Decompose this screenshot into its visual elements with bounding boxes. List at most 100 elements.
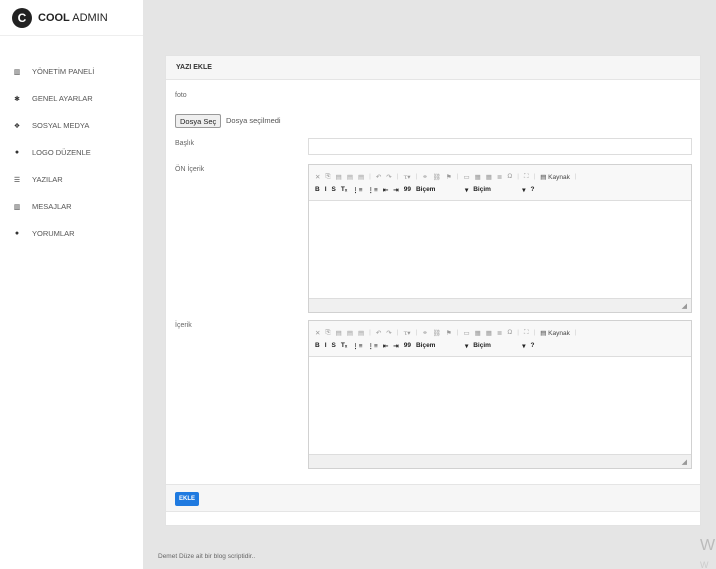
toolbar-button[interactable]: ✕ [315, 329, 320, 337]
toolbar-separator: | [369, 173, 371, 180]
toolbar-button[interactable]: ▦ [475, 173, 481, 181]
toolbar-button[interactable]: ↶ [376, 329, 381, 337]
toolbar-separator: | [517, 329, 519, 336]
source-button[interactable]: ▤ Kaynak [540, 329, 570, 337]
italic-button[interactable]: I [325, 186, 327, 193]
on-icerik-editor[interactable]: ✕ ⎘ ▤ ▤ ▤ | ↶ ↷ | ꚍ▾ | ⚭ ⛓ ⚑ | ▭ ▦ ▦ ≣ Ω | ⛶ | ▤ Kaynak | B I S Tₓ ⋮… [308, 164, 692, 313]
strike-button[interactable]: S [332, 342, 336, 349]
toolbar-button[interactable]: ⎘ [325, 173, 330, 181]
sidebar-item-label: YAZILAR [32, 175, 63, 184]
source-button[interactable]: ▤ Kaynak [540, 173, 570, 181]
toolbar-button[interactable]: ⇥ [393, 186, 398, 194]
toolbar-button[interactable]: ⋮≡ [352, 342, 362, 350]
style-dropdown[interactable]: Biçem [416, 342, 460, 349]
strike-button[interactable]: S [332, 186, 336, 193]
card-title: YAZI EKLE [166, 56, 700, 80]
foto-label: foto [175, 92, 187, 99]
toolbar-button[interactable]: ▤ [358, 173, 364, 181]
editor-toolbar: ✕ ⎘ ▤ ▤ ▤ | ↶ ↷ | ꚍ▾ | ⚭ ⛓ ⚑ | ▭ ▦ ▦ ≣ Ω | ⛶ | ▤ Kaynak | B I S Tₓ ⋮… [309, 321, 691, 357]
toolbar-button[interactable]: ⇥ [393, 342, 398, 350]
toolbar-button[interactable]: ⚑ [446, 329, 452, 337]
style-dropdown[interactable]: Biçem [416, 186, 460, 193]
toolbar-button[interactable]: ▤ [347, 173, 353, 181]
toolbar-button[interactable]: ▤ [336, 329, 342, 337]
help-button[interactable]: ? [530, 342, 534, 349]
toolbar-button[interactable]: ▦ [486, 173, 492, 181]
toolbar-button[interactable]: ▦ [475, 329, 481, 337]
icerik-editor[interactable]: ✕ ⎘ ▤ ▤ ▤ | ↶ ↷ | ꚍ▾ | ⚭ ⛓ ⚑ | ▭ ▦ ▦ ≣ Ω | ⛶ | ▤ Kaynak | B I S Tₓ ⋮… [308, 320, 692, 469]
watermark: W [700, 537, 716, 554]
clear-format-button[interactable]: Tₓ [341, 186, 347, 193]
toolbar-separator: | [396, 329, 399, 336]
toolbar-button[interactable]: ⛶ [524, 173, 529, 181]
brand-logo[interactable]: C COOL ADMIN [0, 0, 143, 36]
toolbar-button[interactable]: ⛓ [433, 329, 441, 337]
toolbar-button[interactable]: ⋮≡ [368, 342, 378, 350]
toolbar-button[interactable]: ↷ [386, 329, 391, 337]
clear-format-button[interactable]: Tₓ [341, 342, 347, 349]
on-icerik-textarea[interactable] [309, 201, 691, 298]
toolbar-button[interactable]: ▤ [336, 173, 342, 181]
post-form-card: YAZI EKLE foto Dosya Seç Dosya seçilmedi… [165, 55, 701, 526]
toolbar-button[interactable]: ▤ [358, 329, 364, 337]
icerik-textarea[interactable] [309, 357, 691, 454]
bold-button[interactable]: B [315, 186, 320, 193]
sidebar-item[interactable]: ● YORUMLAR [0, 220, 143, 247]
toolbar-button[interactable]: ⇤ [383, 342, 388, 350]
format-dropdown[interactable]: Biçim [473, 186, 517, 193]
baslik-label: Başlık [175, 140, 195, 147]
baslik-input[interactable] [308, 138, 692, 155]
toolbar-button[interactable]: 99 [404, 186, 411, 193]
chevron-down-icon[interactable]: ▾ [522, 342, 525, 350]
sidebar-item[interactable]: ✱ GENEL AYARLAR [0, 85, 143, 112]
sidebar-item[interactable]: ● LOGO DÜZENLE [0, 139, 143, 166]
toolbar-separator: | [517, 173, 519, 180]
toolbar-button[interactable]: ⇤ [383, 186, 388, 194]
toolbar-button[interactable]: ≣ [497, 329, 502, 337]
toolbar-button[interactable]: Ω [507, 329, 512, 336]
toolbar-row-2: B I S Tₓ ⋮≡ ⋮≡ ⇤ ⇥ 99 Biçem ▾ Biçim ▾? [315, 183, 685, 196]
sidebar-item[interactable]: ❖ SOSYAL MEDYA [0, 112, 143, 139]
toolbar-button[interactable]: ⚭ [422, 329, 427, 337]
toolbar-button[interactable]: ⋮≡ [352, 186, 362, 194]
toolbar-button[interactable]: ⎘ [325, 329, 330, 337]
file-choose-button[interactable]: Dosya Seç [175, 114, 222, 128]
toolbar-button[interactable]: ↷ [386, 173, 391, 181]
sidebar-item[interactable]: ▥ MESAJLAR [0, 193, 143, 220]
form-actions: EKLE [166, 484, 700, 512]
toolbar-button[interactable]: ꚍ▾ [403, 329, 410, 337]
toolbar-button[interactable]: ꚍ▾ [403, 173, 410, 181]
toolbar-button[interactable]: ▭ [463, 329, 469, 337]
resize-grip-icon[interactable]: ◢ [682, 458, 687, 466]
bold-button[interactable]: B [315, 342, 320, 349]
top-bar [143, 0, 716, 36]
italic-button[interactable]: I [325, 342, 327, 349]
toolbar-button[interactable]: ⋮≡ [368, 186, 378, 194]
chevron-down-icon[interactable]: ▾ [465, 342, 468, 350]
chevron-down-icon[interactable]: ▾ [522, 186, 525, 194]
toolbar-button[interactable]: 99 [404, 342, 411, 349]
toolbar-separator: | [415, 173, 418, 180]
toolbar-button[interactable]: ⛓ [433, 173, 441, 181]
toolbar-button[interactable]: ↶ [376, 173, 381, 181]
toolbar-button[interactable]: ⚭ [422, 173, 427, 181]
format-dropdown[interactable]: Biçim [473, 342, 517, 349]
toolbar-separator: | [574, 329, 577, 336]
toolbar-separator: | [533, 173, 536, 180]
toolbar-button[interactable]: ▦ [486, 329, 492, 337]
resize-grip-icon[interactable]: ◢ [682, 302, 687, 310]
chevron-down-icon[interactable]: ▾ [465, 186, 468, 194]
toolbar-button[interactable]: ▤ [347, 329, 353, 337]
sidebar-item[interactable]: ☰ YAZILAR [0, 166, 143, 193]
help-button[interactable]: ? [530, 186, 534, 193]
toolbar-button[interactable]: ▭ [463, 173, 469, 181]
toolbar-button[interactable]: ⚑ [446, 173, 452, 181]
ekle-button[interactable]: EKLE [175, 492, 200, 506]
toolbar-button[interactable]: ≣ [497, 173, 502, 181]
toolbar-button[interactable]: ✕ [315, 173, 320, 181]
sidebar-item[interactable]: ▥ YÖNETİM PANELİ [0, 58, 143, 85]
toolbar-button[interactable]: ⛶ [524, 329, 529, 337]
sidebar-item-label: LOGO DÜZENLE [32, 148, 91, 157]
sidebar-item-label: YORUMLAR [32, 229, 75, 238]
toolbar-button[interactable]: Ω [507, 173, 512, 180]
